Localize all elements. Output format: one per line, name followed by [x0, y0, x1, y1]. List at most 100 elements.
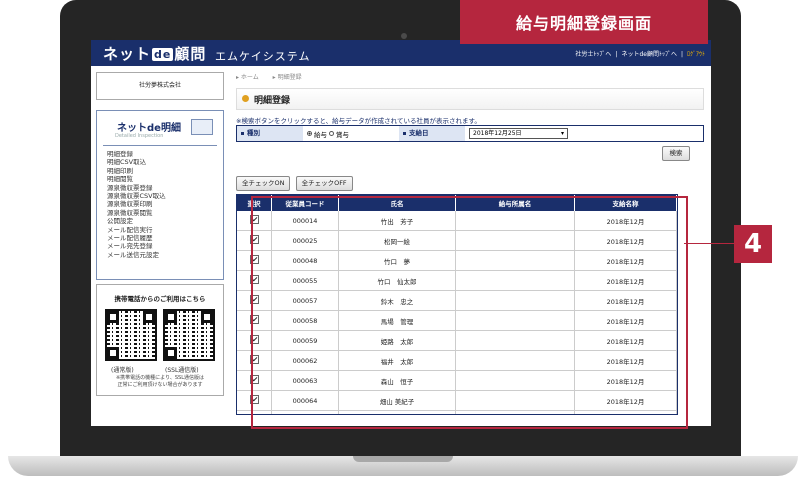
row-checkbox[interactable] [249, 315, 259, 324]
row-checkbox[interactable] [249, 255, 259, 264]
col-employee-code: 従業員コード [271, 195, 339, 211]
bonus-radio[interactable] [329, 131, 334, 136]
row-checkbox[interactable] [249, 215, 259, 224]
employee-code-cell: 000048 [271, 250, 339, 271]
breadcrumb: ▸ ホーム ▸ 明細登録 [236, 72, 704, 82]
employee-name-cell: 松岡一絵 [338, 230, 456, 251]
row-select-cell [237, 230, 272, 251]
row-select-cell [237, 310, 272, 331]
logo-pre: ネット [103, 45, 152, 63]
row-checkbox[interactable] [249, 355, 259, 364]
row-select-cell [237, 390, 272, 411]
sidebar-menu-item[interactable]: 源泉徴収票閲覧 [107, 209, 223, 217]
label-square-icon [403, 131, 406, 135]
row-select-cell [237, 290, 272, 311]
salary-radio[interactable] [307, 131, 312, 136]
table-row[interactable]: 000055 竹口 仙太郎 2018年12月 [237, 270, 677, 291]
mobile-note: ※携帯電話の機種により、SSL通信版は 正常にご利用頂けない場合があります [97, 375, 223, 389]
logo-de: de [152, 48, 174, 61]
check-buttons: 全チェックON 全チェックOFF [236, 170, 704, 191]
employee-code-cell: 000025 [271, 230, 339, 251]
main-content: ▸ ホーム ▸ 明細登録 明細登録 ※検索ボタンをクリックすると、給与データが作… [236, 72, 704, 424]
employee-code-cell: 000064 [271, 390, 339, 411]
col-payment-name: 支給名称 [574, 195, 677, 211]
table-row[interactable]: 000058 馬場 管理 2018年12月 [237, 310, 677, 331]
logo[interactable]: ネット de 顧問 [103, 43, 206, 64]
logo-post: 顧問 [174, 45, 207, 63]
annotation-line [684, 243, 734, 244]
employee-name-cell: 竹口 夢 [338, 250, 456, 271]
table-row[interactable]: 000057 鈴木 忠之 2018年12月 [237, 290, 677, 311]
row-checkbox[interactable] [249, 235, 259, 244]
employee-code-cell: 000065 [271, 410, 339, 414]
sidebar-menu-item[interactable]: メール送信元設定 [107, 251, 223, 259]
sidebar-menu: ネットde明細 Detailed Inspection 明細登録 明細CSV取込明… [96, 110, 224, 280]
table-row[interactable]: 000048 竹口 夢 2018年12月 [237, 250, 677, 271]
screen-title-banner: 給与明細登録画面 [460, 0, 708, 44]
table-row[interactable]: 000059 姫路 太郎 2018年12月 [237, 330, 677, 351]
label-square-icon [241, 131, 244, 135]
mobile-access-text: 携帯電話からのご利用はこちら [114, 295, 206, 303]
table-row[interactable]: 000062 福井 太郎 2018年12月 [237, 350, 677, 371]
sr-top-link[interactable]: 社労士ﾄｯﾌﾟへ [575, 51, 611, 58]
row-checkbox[interactable] [249, 335, 259, 344]
col-department: 給与所属名 [455, 195, 575, 211]
table-row[interactable]: 000063 森山 恒子 2018年12月 [237, 370, 677, 391]
header-company-name: エムケイシステム [215, 50, 311, 63]
mobile-access-box: 携帯電話からのご利用はこちら (通常版) (SSL通信版) ※携帯電話の機種によ… [96, 284, 224, 396]
row-checkbox[interactable] [249, 375, 259, 384]
row-checkbox[interactable] [249, 295, 259, 304]
employee-name-cell: 福井 太郎 [338, 350, 456, 371]
breadcrumb-home[interactable]: ▸ ホーム [236, 74, 265, 81]
date-label-text: 支給日 [409, 129, 429, 137]
instruction-text: ※検索ボタンをクリックすると、給与データが作成されている社員が表示されます。 [236, 117, 481, 125]
payment-name-cell: 2018年12月 [574, 370, 677, 391]
menu-subtitle: Detailed Inspection [115, 133, 164, 139]
table-row[interactable]: 000064 畑山 美紀子 2018年12月 [237, 390, 677, 411]
page-header: 明細登録 [236, 88, 704, 110]
employee-name-cell: 萩原 孝 [338, 410, 456, 414]
employee-name-cell: 竹出 芳子 [338, 211, 456, 231]
row-checkbox[interactable] [249, 395, 259, 404]
sidebar-menu-item[interactable]: 明細閲覧 [107, 175, 223, 183]
row-select-cell [237, 350, 272, 371]
type-label-text: 種別 [247, 129, 260, 137]
page-title: 明細登録 [254, 96, 291, 106]
laptop-base-notch [353, 456, 453, 462]
date-label: 支給日 [399, 126, 465, 141]
row-select-cell [237, 211, 272, 231]
department-cell [455, 310, 575, 331]
logout-link[interactable]: ﾛｸﾞｱｳﾄ [687, 51, 705, 58]
net-top-link[interactable]: ネットde顧問ﾄｯﾌﾟへ [621, 51, 677, 58]
sidebar-menu-item[interactable]: 明細CSV取込 [107, 158, 223, 166]
breadcrumb-home-label: ホーム [240, 74, 259, 81]
sidebar-menu-item[interactable]: 源泉徴収票登録 [107, 184, 223, 192]
document-icon [191, 119, 213, 135]
annotation-number: 4 [734, 225, 772, 263]
table-row[interactable]: 000065萩原 孝 2018年12月 [237, 410, 677, 414]
payment-date-select[interactable]: 2018年12月25日 ▾ [469, 128, 568, 139]
check-all-off-button[interactable]: 全チェックOFF [295, 176, 353, 191]
col-select: 選択 [237, 195, 272, 211]
employee-code-cell: 000062 [271, 350, 339, 371]
qr-caption-normal: (通常版) [111, 367, 134, 374]
payment-name-cell: 2018年12月 [574, 230, 677, 251]
row-checkbox[interactable] [249, 275, 259, 284]
department-cell [455, 250, 575, 271]
department-cell [455, 410, 575, 414]
check-all-on-button[interactable]: 全チェックON [236, 176, 291, 191]
search-button[interactable]: 検索 [662, 146, 690, 161]
table-row[interactable]: 000014 竹出 芳子 2018年12月 [237, 211, 677, 231]
title-bullet-icon [242, 95, 249, 102]
sidebar-menu-item[interactable]: メール宛先登録 [107, 242, 223, 250]
sidebar-menu-item[interactable]: メール配信実行 [107, 226, 223, 234]
note-line-2: 正常にご利用頂けない場合があります [117, 382, 203, 388]
col-name: 氏名 [338, 195, 456, 211]
sidebar-menu-item[interactable]: 源泉徴収票印刷 [107, 200, 223, 208]
employee-code-cell: 000058 [271, 310, 339, 331]
department-cell [455, 350, 575, 371]
sidebar-menu-item[interactable]: 公開設定 [107, 217, 223, 225]
employee-name-cell: 鈴木 忠之 [338, 290, 456, 311]
table-row[interactable]: 000025 松岡一絵 2018年12月 [237, 230, 677, 251]
sidebar-menu-item[interactable]: 明細印刷 [107, 167, 223, 175]
